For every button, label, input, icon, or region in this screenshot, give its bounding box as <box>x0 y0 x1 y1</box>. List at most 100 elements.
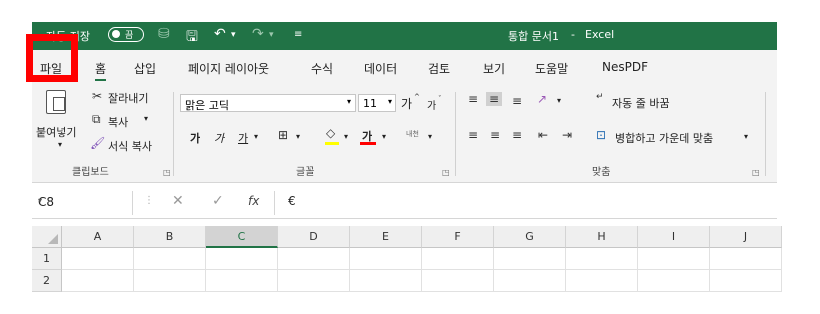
cell[interactable] <box>638 248 710 270</box>
fill-color-icon[interactable]: ◇ <box>326 126 335 140</box>
copy-icon[interactable]: ⧉ <box>92 112 101 127</box>
merge-center-icon[interactable]: ⊡ <box>596 128 606 142</box>
borders-dropdown-icon[interactable]: ▾ <box>296 132 300 141</box>
align-left-icon[interactable]: ≡ <box>468 128 478 142</box>
cell[interactable] <box>566 248 638 270</box>
align-right-icon[interactable]: ≡ <box>512 128 522 142</box>
toggle-knob <box>112 30 120 38</box>
merge-center-button[interactable]: 병합하고 가운데 맞춤 <box>615 130 713 146</box>
fill-color-dropdown-icon[interactable]: ▾ <box>344 132 348 141</box>
cell[interactable] <box>422 248 494 270</box>
autosave-toggle[interactable]: 끔 <box>108 27 144 42</box>
underline-button[interactable]: 가 <box>238 130 248 146</box>
shrink-font-button[interactable]: 가 <box>427 97 436 112</box>
tab-nespdf[interactable]: NesPDF <box>602 60 648 74</box>
chevron-down-icon[interactable]: ▾ <box>38 196 124 205</box>
font-name-select[interactable]: 맑은 고딕 ▾ <box>180 94 356 112</box>
column-header[interactable]: H <box>566 226 638 248</box>
bold-button[interactable]: 가 <box>190 130 200 146</box>
tab-help[interactable]: 도움말 <box>535 60 568 77</box>
decrease-indent-icon[interactable]: ⇤ <box>538 128 548 142</box>
undo-dropdown-icon[interactable]: ▾ <box>231 30 236 40</box>
cell[interactable] <box>494 248 566 270</box>
font-size-select[interactable]: 11 ▾ <box>358 94 396 112</box>
cell[interactable] <box>422 270 494 292</box>
borders-icon[interactable]: ⊞ <box>278 128 288 142</box>
format-painter-button[interactable]: 서식 복사 <box>108 138 152 154</box>
column-header[interactable]: A <box>62 226 134 248</box>
save-icon[interactable]: 🖫 <box>186 26 198 50</box>
cell[interactable] <box>278 248 350 270</box>
title-bar: 자동 저장 끔 ⛁ 🖫 ↶ ▾ ↷ ▾ ≡ 통합 문서1 - Excel <box>32 22 777 50</box>
cut-icon[interactable]: ✂ <box>92 89 102 103</box>
tab-data[interactable]: 데이터 <box>364 60 397 77</box>
worksheet-grid: ABCDEFGHIJ 12 <box>32 226 782 296</box>
cell[interactable] <box>206 248 278 270</box>
tab-page-layout[interactable]: 페이지 레이아웃 <box>188 60 269 77</box>
italic-button[interactable]: 가 <box>214 130 224 146</box>
format-painter-icon[interactable]: 🖌 <box>90 136 105 150</box>
orientation-icon[interactable]: ↗ <box>537 92 547 106</box>
insert-function-icon[interactable]: fx <box>248 194 259 208</box>
alignment-launcher-icon[interactable]: ◳ <box>752 168 760 177</box>
cell[interactable] <box>710 248 782 270</box>
phonetic-button[interactable]: 내천 <box>406 129 419 139</box>
align-bottom-icon[interactable]: ≡ <box>512 94 522 108</box>
cell[interactable] <box>278 270 350 292</box>
align-middle-icon[interactable]: ≡ <box>486 92 503 106</box>
tab-insert[interactable]: 삽입 <box>134 60 156 77</box>
cell[interactable] <box>62 270 134 292</box>
underline-dropdown-icon[interactable]: ▾ <box>254 132 258 141</box>
tab-formulas[interactable]: 수식 <box>311 60 333 77</box>
phonetic-dropdown-icon[interactable]: ▾ <box>428 132 432 141</box>
column-header[interactable]: D <box>278 226 350 248</box>
cell[interactable] <box>134 270 206 292</box>
increase-indent-icon[interactable]: ⇥ <box>562 128 572 142</box>
row-header[interactable]: 2 <box>32 270 62 292</box>
column-header[interactable]: F <box>422 226 494 248</box>
cell[interactable] <box>350 248 422 270</box>
undo-icon[interactable]: ↶ <box>214 26 226 42</box>
cell[interactable] <box>638 270 710 292</box>
column-header[interactable]: I <box>638 226 710 248</box>
name-box[interactable]: C8 ▾ <box>32 191 133 215</box>
cancel-icon[interactable]: ✕ <box>172 193 184 209</box>
tab-review[interactable]: 검토 <box>428 60 450 77</box>
cut-button[interactable]: 잘라내기 <box>108 90 148 106</box>
paste-dropdown-icon[interactable]: ▾ <box>58 140 62 149</box>
cell[interactable] <box>710 270 782 292</box>
select-all-button[interactable] <box>32 226 62 248</box>
grow-font-button[interactable]: 가 <box>401 95 412 112</box>
column-header[interactable]: E <box>350 226 422 248</box>
clipboard-launcher-icon[interactable]: ◳ <box>163 168 171 177</box>
wrap-text-icon[interactable]: ↵ <box>596 92 604 102</box>
enter-icon[interactable]: ✓ <box>212 193 224 209</box>
tab-home[interactable]: 홈 <box>95 60 107 81</box>
shrink-font-icon: ˇ <box>438 95 442 103</box>
font-color-dropdown-icon[interactable]: ▾ <box>382 132 386 141</box>
cell[interactable] <box>494 270 566 292</box>
paste-button[interactable]: 붙여넣기 <box>36 124 76 140</box>
wrap-text-button[interactable]: 자동 줄 바꿈 <box>612 95 670 111</box>
column-header[interactable]: C <box>206 226 278 248</box>
column-header[interactable]: G <box>494 226 566 248</box>
tab-view[interactable]: 보기 <box>483 60 505 77</box>
row-header[interactable]: 1 <box>32 248 62 270</box>
align-center-icon[interactable]: ≡ <box>490 128 500 142</box>
cell[interactable] <box>566 270 638 292</box>
font-launcher-icon[interactable]: ◳ <box>442 168 450 177</box>
paste-icon[interactable] <box>46 90 66 114</box>
cell[interactable] <box>350 270 422 292</box>
cell[interactable] <box>62 248 134 270</box>
column-header[interactable]: J <box>710 226 782 248</box>
cell[interactable] <box>206 270 278 292</box>
merge-dropdown-icon[interactable]: ▾ <box>744 132 748 141</box>
column-header[interactable]: B <box>134 226 206 248</box>
copy-button[interactable]: 복사 <box>108 114 128 130</box>
cell[interactable] <box>134 248 206 270</box>
formula-input[interactable]: € <box>288 194 296 208</box>
orientation-dropdown-icon[interactable]: ▾ <box>557 96 561 105</box>
customize-qat-icon[interactable]: ≡ <box>294 29 302 40</box>
copy-dropdown-icon[interactable]: ▾ <box>144 114 148 123</box>
align-top-icon[interactable]: ≡ <box>468 92 478 106</box>
